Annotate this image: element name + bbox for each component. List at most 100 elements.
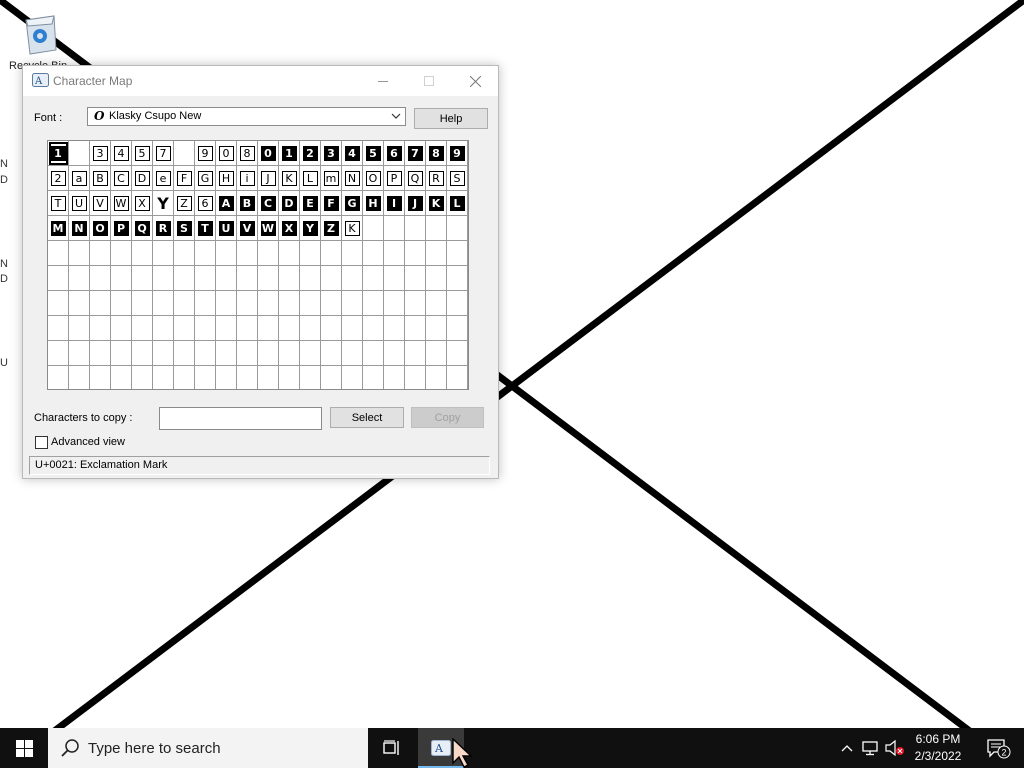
character-cell[interactable] [384, 366, 405, 389]
character-cell[interactable] [237, 291, 258, 316]
character-cell[interactable] [174, 316, 195, 341]
character-cell[interactable] [384, 266, 405, 291]
character-cell[interactable] [342, 291, 363, 316]
character-cell[interactable] [237, 266, 258, 291]
character-cell[interactable]: E [300, 191, 321, 216]
character-cell[interactable] [447, 341, 468, 366]
character-cell[interactable] [153, 291, 174, 316]
character-cell[interactable]: e [153, 166, 174, 191]
character-cell[interactable] [321, 266, 342, 291]
font-dropdown[interactable]: O Klasky Csupo New [87, 107, 406, 126]
character-cell[interactable] [279, 291, 300, 316]
character-cell[interactable] [132, 341, 153, 366]
character-cell[interactable] [279, 316, 300, 341]
character-cell[interactable]: T [48, 191, 69, 216]
character-cell[interactable] [237, 316, 258, 341]
character-cell[interactable]: D [279, 191, 300, 216]
character-cell[interactable]: W [258, 216, 279, 241]
character-cell[interactable] [321, 341, 342, 366]
start-button[interactable] [0, 728, 48, 768]
character-cell[interactable]: B [237, 191, 258, 216]
character-cell[interactable] [258, 291, 279, 316]
character-cell[interactable] [405, 216, 426, 241]
character-cell[interactable]: Q [132, 216, 153, 241]
character-cell[interactable]: X [132, 191, 153, 216]
character-cell[interactable] [48, 266, 69, 291]
character-cell[interactable] [384, 341, 405, 366]
character-cell[interactable] [69, 266, 90, 291]
action-center-button[interactable]: 2 [978, 728, 1018, 768]
character-cell[interactable] [300, 266, 321, 291]
desktop-icon-label-fragment[interactable]: D [0, 174, 22, 186]
character-cell[interactable] [69, 316, 90, 341]
character-cell[interactable] [342, 316, 363, 341]
character-cell[interactable] [342, 266, 363, 291]
character-cell[interactable]: N [69, 216, 90, 241]
character-cell[interactable]: V [237, 216, 258, 241]
character-cell[interactable] [384, 241, 405, 266]
character-cell[interactable] [216, 316, 237, 341]
character-cell[interactable] [216, 266, 237, 291]
character-cell[interactable] [216, 241, 237, 266]
character-cell[interactable] [405, 291, 426, 316]
character-cell[interactable]: i [237, 166, 258, 191]
character-cell[interactable]: U [69, 191, 90, 216]
character-cell[interactable] [174, 241, 195, 266]
character-cell[interactable]: O [363, 166, 384, 191]
character-cell[interactable]: W [111, 191, 132, 216]
character-cell[interactable] [321, 241, 342, 266]
character-cell[interactable]: B [90, 166, 111, 191]
character-cell[interactable] [195, 341, 216, 366]
character-cell[interactable]: Z [321, 216, 342, 241]
character-cell[interactable] [405, 241, 426, 266]
character-cell[interactable] [447, 266, 468, 291]
character-cell[interactable]: K [426, 191, 447, 216]
character-cell[interactable] [426, 341, 447, 366]
character-cell[interactable] [405, 366, 426, 389]
character-cell[interactable] [363, 241, 384, 266]
character-cell[interactable] [48, 341, 69, 366]
volume-button[interactable] [884, 728, 906, 768]
character-cell[interactable] [90, 291, 111, 316]
taskbar-clock[interactable]: 6:06 PM 2/3/2022 [906, 731, 970, 765]
character-cell[interactable] [405, 316, 426, 341]
character-cell[interactable] [363, 341, 384, 366]
maximize-button[interactable] [406, 66, 452, 96]
title-bar[interactable]: A Character Map [23, 66, 498, 96]
network-status-button[interactable] [860, 728, 882, 768]
character-cell[interactable] [321, 316, 342, 341]
character-cell[interactable] [111, 241, 132, 266]
character-cell[interactable] [258, 241, 279, 266]
character-cell[interactable]: X [279, 216, 300, 241]
character-cell[interactable] [153, 316, 174, 341]
character-cell[interactable] [363, 366, 384, 389]
character-cell[interactable] [69, 241, 90, 266]
character-cell[interactable]: U [216, 216, 237, 241]
character-cell[interactable] [384, 316, 405, 341]
character-cell[interactable] [90, 316, 111, 341]
minimize-button[interactable] [360, 66, 406, 96]
character-cell[interactable] [48, 241, 69, 266]
desktop-icon-label-fragment[interactable]: N [0, 158, 22, 170]
character-cell[interactable] [279, 341, 300, 366]
character-cell[interactable]: J [258, 166, 279, 191]
character-cell[interactable] [195, 366, 216, 389]
character-cell[interactable]: 4 [342, 141, 363, 166]
character-cell[interactable] [48, 316, 69, 341]
character-cell[interactable] [48, 291, 69, 316]
character-cell[interactable] [300, 341, 321, 366]
character-cell[interactable]: P [111, 216, 132, 241]
character-cell[interactable]: Y [300, 216, 321, 241]
character-cell[interactable]: S [174, 216, 195, 241]
character-cell[interactable]: K [279, 166, 300, 191]
character-cell[interactable] [447, 316, 468, 341]
character-cell[interactable]: H [363, 191, 384, 216]
character-cell[interactable]: 5 [363, 141, 384, 166]
character-cell[interactable] [300, 316, 321, 341]
character-cell[interactable]: H [216, 166, 237, 191]
character-cell[interactable] [258, 366, 279, 389]
character-cell[interactable] [216, 291, 237, 316]
character-cell[interactable] [69, 141, 90, 166]
character-cell[interactable] [153, 366, 174, 389]
character-cell[interactable] [69, 291, 90, 316]
